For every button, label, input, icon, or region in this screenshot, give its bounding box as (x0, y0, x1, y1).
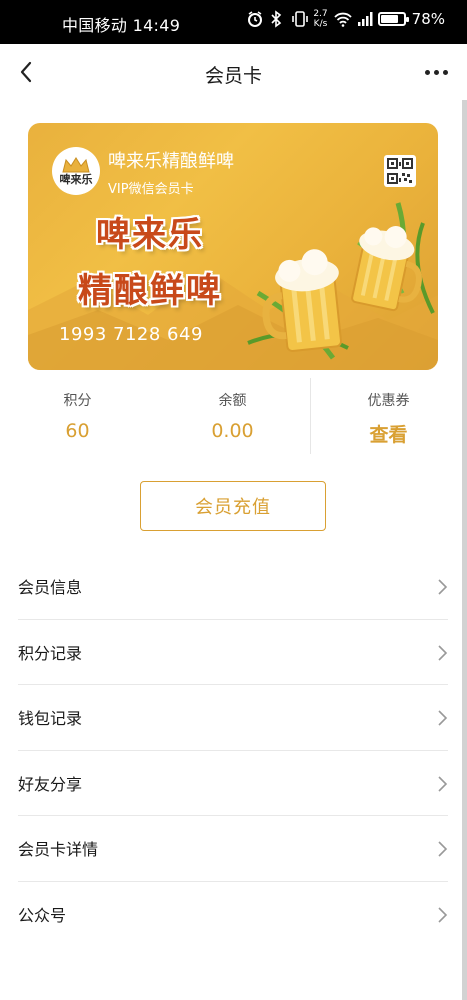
chevron-right-icon (438, 644, 448, 661)
menu-item-label: 积分记录 (18, 643, 83, 663)
stat-label: 积分 (63, 393, 92, 409)
stat-value: 0.00 (211, 420, 254, 442)
chevron-right-icon (438, 710, 448, 726)
chevron-right-icon (438, 579, 448, 595)
more-button[interactable] (421, 58, 451, 86)
stat-label: 余额 (218, 393, 247, 409)
member-card[interactable]: 啤来乐 啤来乐精酿鲜啤 VIP微信会员卡 啤来乐 精酿鲜啤 1993 7128 … (28, 123, 438, 370)
card-brand-name: 啤来乐精酿鲜啤 (108, 151, 234, 172)
signal-icon (356, 10, 373, 28)
member-stats: 积分 60 余额 0.00 优惠券 查看 (0, 378, 467, 456)
stat-label: 优惠券 (367, 393, 410, 409)
crown-icon (62, 157, 90, 173)
menu-item-member-info[interactable]: 会员信息 (18, 554, 448, 620)
card-hero-line1: 啤来乐 (96, 215, 204, 255)
chevron-right-icon (438, 775, 448, 792)
view-coupons-link[interactable]: 查看 (311, 420, 466, 447)
nav-bar: 会员卡 (0, 44, 467, 100)
more-dot-icon (433, 69, 439, 75)
net-speed: 2.7 K/s (313, 9, 327, 29)
alarm-icon (247, 10, 263, 28)
stat-value: 60 (65, 420, 90, 442)
menu-item-label: 好友分享 (18, 774, 83, 794)
menu-item-points-record[interactable]: 积分记录 (18, 620, 448, 685)
more-dot-icon (424, 69, 430, 75)
beer-mugs-illustration (247, 202, 435, 360)
logo-text: 啤来乐 (59, 173, 93, 186)
stat-points[interactable]: 积分 60 (0, 378, 155, 442)
recharge-button[interactable]: 会员充值 (140, 481, 326, 531)
chevron-right-icon (438, 841, 448, 857)
menu-item-wallet-record[interactable]: 钱包记录 (18, 685, 448, 751)
brand-logo: 啤来乐 (52, 147, 100, 195)
menu-list: 会员信息 积分记录 钱包记录 好友分享 会员卡详情 公众号 (0, 554, 467, 947)
menu-item-label: 公众号 (18, 906, 67, 926)
battery-icon (377, 12, 409, 26)
card-number: 1993 7128 649 (59, 324, 203, 345)
chevron-right-icon (438, 906, 448, 923)
status-bar: 中国移动 14:49 2.7 K/s 78% (0, 0, 467, 44)
page-title: 会员卡 (204, 65, 262, 87)
more-dot-icon (442, 69, 448, 75)
bluetooth-icon (269, 10, 285, 28)
menu-item-card-details[interactable]: 会员卡详情 (18, 816, 448, 882)
card-subtitle: VIP微信会员卡 (108, 182, 194, 197)
menu-item-label: 会员信息 (18, 578, 83, 598)
net-speed-unit: K/s (313, 19, 328, 29)
battery-percent: 78% (411, 10, 445, 28)
battery-fill (380, 15, 398, 23)
net-speed-value: 2.7 (313, 9, 328, 19)
menu-item-label: 钱包记录 (18, 709, 83, 729)
carrier-time: 中国移动 14:49 (62, 16, 181, 35)
menu-item-label: 会员卡详情 (18, 840, 99, 860)
status-icons: 2.7 K/s 78% (247, 9, 445, 29)
card-hero-line2: 精酿鲜啤 (78, 271, 222, 311)
stat-balance[interactable]: 余额 0.00 (155, 378, 310, 442)
vibrate-icon (291, 10, 309, 28)
stat-coupons[interactable]: 优惠券 查看 (311, 378, 466, 447)
menu-item-share-friends[interactable]: 好友分享 (18, 751, 448, 816)
wifi-icon (334, 10, 352, 28)
menu-item-official-account[interactable]: 公众号 (18, 882, 448, 948)
